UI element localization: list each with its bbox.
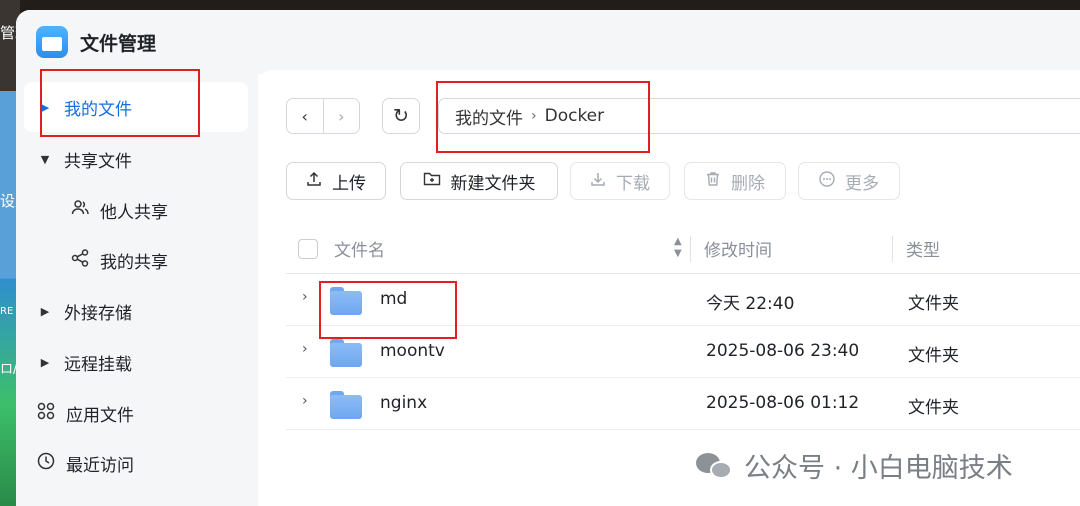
- watermark: 公众号 · 小白电脑技术: [696, 446, 1013, 485]
- sidebar-item-label: 他人共享: [100, 202, 168, 223]
- forward-button[interactable]: ›: [322, 99, 360, 133]
- window-title: 文件管理: [80, 32, 157, 55]
- folder-icon: [330, 339, 362, 367]
- column-divider[interactable]: [690, 236, 691, 262]
- more-label: 更多: [845, 173, 879, 194]
- file-type: 文件夹: [908, 398, 959, 418]
- sidebar-item-label: 最近访问: [66, 455, 134, 476]
- annotation-box-md-folder: [319, 281, 457, 339]
- file-name: nginx: [380, 393, 428, 413]
- sort-icon[interactable]: ▲ ▼: [674, 236, 682, 260]
- table-row[interactable]: › nginx 2025-08-06 01:12 文件夹: [286, 379, 1080, 430]
- annotation-box-breadcrumb: [436, 81, 650, 153]
- trash-icon: [705, 171, 721, 191]
- caret-down-icon: ▼: [40, 152, 50, 166]
- sidebar-item-remote-mount[interactable]: ▶ 远程挂载: [24, 337, 248, 387]
- new-folder-button[interactable]: 新建文件夹: [400, 162, 558, 200]
- sidebar-item-label: 外接存储: [64, 303, 132, 324]
- history-nav: ‹ ›: [286, 98, 360, 134]
- annotation-box-sidebar: [40, 69, 200, 137]
- watermark-text: 公众号 · 小白电脑技术: [744, 453, 1013, 484]
- table-header: 文件名 ▲ ▼ 修改时间 类型: [286, 224, 1080, 274]
- users-icon: [68, 199, 92, 222]
- caret-right-icon: ▶: [40, 304, 50, 318]
- sidebar-item-recent[interactable]: 最近访问: [24, 438, 248, 488]
- clock-icon: [34, 452, 58, 475]
- refresh-button[interactable]: ↻: [382, 98, 420, 134]
- sidebar-item-my-shares[interactable]: 我的共享: [24, 235, 248, 285]
- upload-label: 上传: [332, 173, 366, 194]
- sidebar-item-label: 共享文件: [64, 151, 132, 172]
- apps-grid-icon: [34, 402, 58, 425]
- upload-icon: [306, 171, 322, 191]
- refresh-icon: ↻: [393, 105, 409, 127]
- column-header-type[interactable]: 类型: [906, 236, 940, 261]
- share-icon: [68, 248, 92, 272]
- folder-icon: [330, 391, 362, 419]
- sidebar-item-app-files[interactable]: 应用文件: [24, 388, 248, 438]
- caret-right-icon: ▶: [40, 355, 50, 369]
- sidebar: ▶ 我的文件 ▼ 共享文件 他人共享 我的共享 ▶ 外接存储 ▶ 远程挂载 应用…: [16, 74, 258, 506]
- download-label: 下载: [616, 173, 650, 194]
- sidebar-item-label: 远程挂载: [64, 354, 132, 375]
- chevron-right-icon[interactable]: ›: [302, 393, 308, 409]
- file-type: 文件夹: [908, 294, 959, 314]
- more-button[interactable]: 更多: [798, 162, 900, 200]
- file-modified: 今天 22:40: [706, 294, 795, 314]
- column-header-name[interactable]: 文件名: [334, 236, 385, 261]
- chevron-right-icon[interactable]: ›: [302, 341, 308, 357]
- title-bar: 文件管理: [16, 10, 1080, 74]
- wechat-icon: [696, 451, 734, 481]
- file-name: moontv: [380, 341, 445, 361]
- sidebar-item-label: 应用文件: [66, 405, 134, 426]
- new-folder-label: 新建文件夹: [450, 173, 536, 194]
- file-type: 文件夹: [908, 346, 959, 366]
- file-manager-app-icon: [36, 26, 68, 58]
- download-icon: [590, 171, 606, 191]
- delete-label: 删除: [731, 173, 765, 194]
- sidebar-item-shared-files[interactable]: ▼ 共享文件: [24, 134, 248, 184]
- new-folder-icon: [423, 171, 441, 191]
- delete-button[interactable]: 删除: [684, 162, 786, 200]
- download-button[interactable]: 下载: [570, 162, 670, 200]
- select-all-checkbox[interactable]: [298, 239, 318, 259]
- column-divider[interactable]: [892, 236, 893, 262]
- file-modified: 2025-08-06 01:12: [706, 393, 860, 413]
- column-header-modified[interactable]: 修改时间: [704, 236, 772, 261]
- file-modified: 2025-08-06 23:40: [706, 341, 860, 361]
- upload-button[interactable]: 上传: [286, 162, 386, 200]
- more-icon: [819, 171, 835, 191]
- back-button[interactable]: ‹: [287, 99, 323, 133]
- sidebar-item-label: 我的共享: [100, 252, 168, 273]
- sidebar-item-external-storage[interactable]: ▶ 外接存储: [24, 286, 248, 336]
- chevron-right-icon[interactable]: ›: [302, 289, 308, 305]
- sidebar-item-shared-with-me[interactable]: 他人共享: [24, 185, 248, 235]
